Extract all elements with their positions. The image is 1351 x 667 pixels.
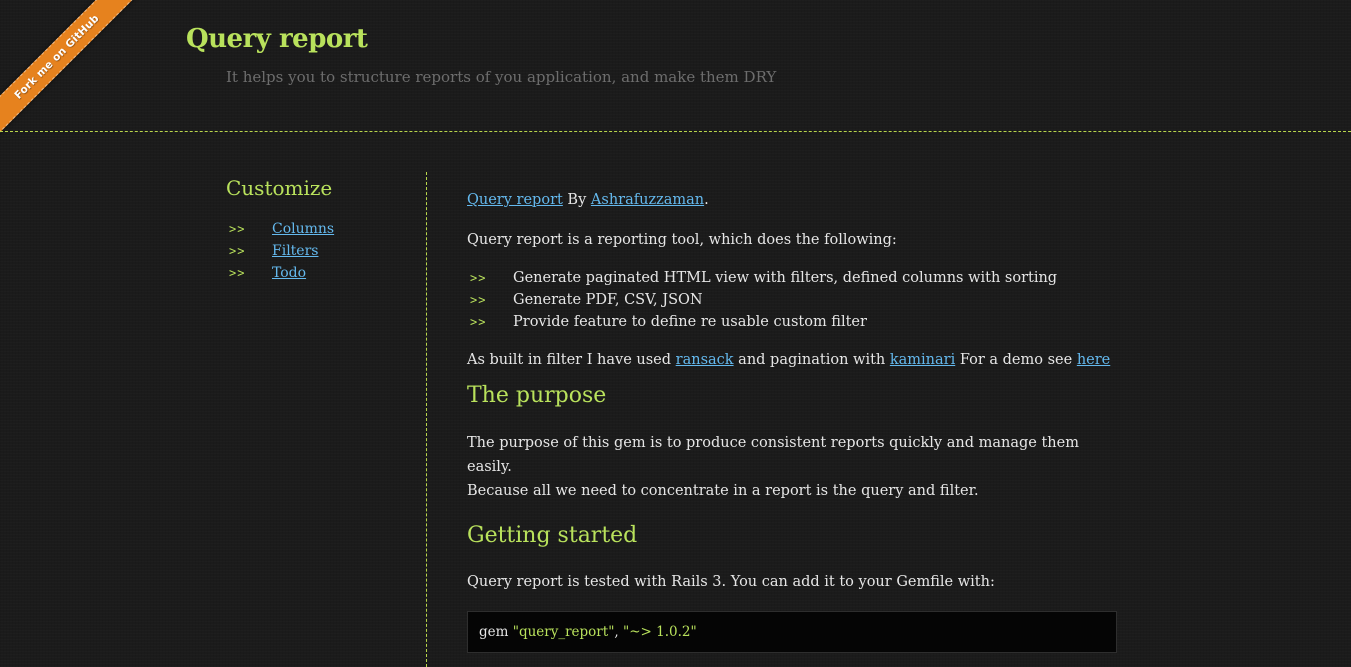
bullet-marker: >> bbox=[229, 244, 246, 258]
purpose-text: The purpose of this gem is to produce co… bbox=[467, 431, 1117, 503]
page-title: Query report bbox=[186, 24, 368, 54]
bullet-marker: >> bbox=[470, 293, 487, 307]
sidebar-link-columns[interactable]: Columns bbox=[272, 221, 334, 237]
sidebar: Customize >> Columns >> Filters >> Todo bbox=[226, 176, 416, 284]
page-header: Query report It helps you to structure r… bbox=[0, 0, 1351, 132]
by-text: By bbox=[562, 192, 591, 208]
gemfile-code-block[interactable]: gem "query_report", "~> 1.0.2" bbox=[467, 611, 1117, 653]
author-link[interactable]: Ashrafuzzaman bbox=[591, 192, 704, 208]
bullet-marker: >> bbox=[470, 271, 487, 285]
getting-started-heading: Getting started bbox=[467, 523, 638, 548]
description-text: Query report is a reporting tool, which … bbox=[467, 232, 897, 248]
getting-started-text: Query report is tested with Rails 3. You… bbox=[467, 574, 995, 590]
list-item: >> Generate PDF, CSV, JSON bbox=[467, 289, 1117, 311]
list-item: >> Provide feature to define re usable c… bbox=[467, 311, 1117, 333]
feature-text: Provide feature to define re usable cust… bbox=[513, 314, 867, 330]
built-in-text-2: and pagination with bbox=[733, 352, 890, 368]
page-subtitle: It helps you to structure reports of you… bbox=[226, 68, 777, 86]
sidebar-link-todo[interactable]: Todo bbox=[272, 265, 306, 281]
sidebar-item-columns: >> Columns bbox=[226, 218, 416, 240]
list-item: >> Generate paginated HTML view with fil… bbox=[467, 267, 1117, 289]
feature-text: Generate PDF, CSV, JSON bbox=[513, 292, 703, 308]
bullet-marker: >> bbox=[470, 315, 487, 329]
code-version: "~> 1.0.2" bbox=[623, 624, 697, 640]
intro-line: Query report By Ashrafuzzaman. bbox=[467, 189, 1117, 211]
intro-end: . bbox=[704, 192, 709, 208]
kaminari-link[interactable]: kaminari bbox=[890, 352, 955, 368]
feature-list: >> Generate paginated HTML view with fil… bbox=[467, 267, 1117, 333]
code-gem-name: "query_report" bbox=[512, 624, 615, 640]
sidebar-link-filters[interactable]: Filters bbox=[272, 243, 318, 259]
built-in-line: As built in filter I have used ransack a… bbox=[467, 349, 1117, 371]
built-in-text-3: For a demo see bbox=[955, 352, 1077, 368]
vertical-divider bbox=[426, 172, 427, 667]
main-content: Query report By Ashrafuzzaman. Query rep… bbox=[467, 189, 1117, 653]
bullet-marker: >> bbox=[229, 222, 246, 236]
feature-text: Generate paginated HTML view with filter… bbox=[513, 270, 1058, 286]
purpose-heading: The purpose bbox=[467, 383, 607, 408]
purpose-line-1: The purpose of this gem is to produce co… bbox=[467, 435, 1079, 475]
sidebar-nav: >> Columns >> Filters >> Todo bbox=[226, 218, 416, 284]
sidebar-item-todo: >> Todo bbox=[226, 262, 416, 284]
ransack-link[interactable]: ransack bbox=[676, 352, 734, 368]
sidebar-item-filters: >> Filters bbox=[226, 240, 416, 262]
code-keyword: gem bbox=[479, 624, 513, 640]
sidebar-title: Customize bbox=[226, 176, 333, 200]
demo-here-link[interactable]: here bbox=[1077, 352, 1110, 368]
built-in-text-1: As built in filter I have used bbox=[467, 352, 676, 368]
bullet-marker: >> bbox=[229, 266, 246, 280]
code-separator: , bbox=[614, 624, 623, 640]
purpose-line-2: Because all we need to concentrate in a … bbox=[467, 483, 979, 499]
project-link[interactable]: Query report bbox=[467, 192, 563, 208]
